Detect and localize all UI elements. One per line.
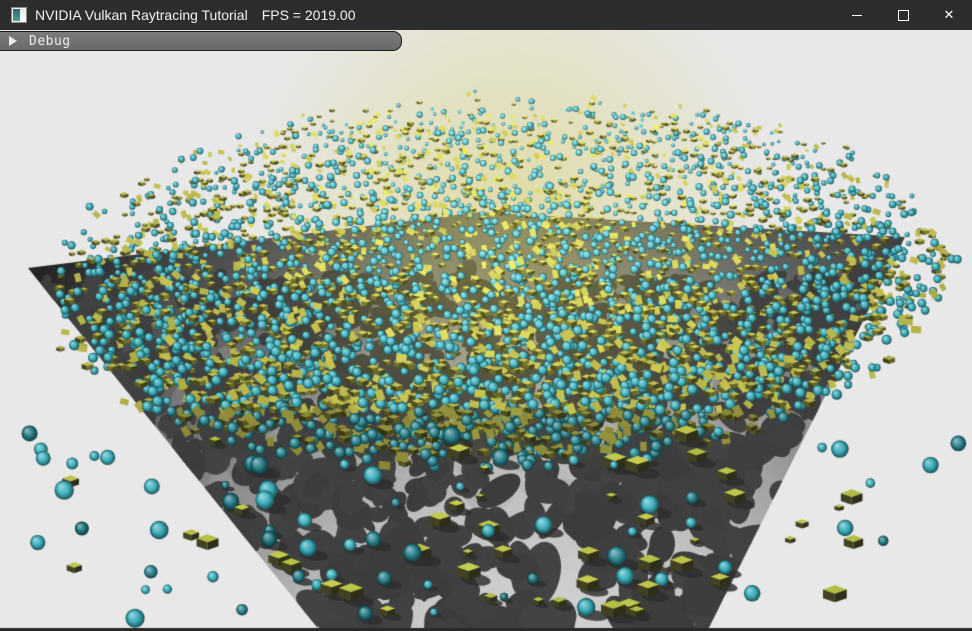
close-icon: ✕ — [944, 9, 955, 22]
window-title: NVIDIA Vulkan Raytracing Tutorial — [35, 7, 248, 23]
app-icon — [11, 7, 27, 23]
minimize-button[interactable] — [834, 0, 880, 30]
app-icon-art-light — [20, 9, 25, 21]
maximize-icon — [898, 10, 909, 21]
title-bar[interactable]: NVIDIA Vulkan Raytracing Tutorial FPS = … — [0, 0, 972, 30]
maximize-button[interactable] — [880, 0, 926, 30]
client-area: Debug — [0, 30, 972, 631]
close-button[interactable]: ✕ — [926, 0, 972, 30]
fps-counter: FPS = 2019.00 — [262, 7, 356, 23]
debug-panel-label: Debug — [29, 34, 71, 49]
raytracing-viewport[interactable] — [0, 30, 972, 631]
minimize-icon — [852, 15, 862, 16]
window-controls: ✕ — [834, 0, 972, 30]
app-window: NVIDIA Vulkan Raytracing Tutorial FPS = … — [0, 0, 972, 631]
debug-panel-header[interactable]: Debug — [0, 31, 402, 51]
app-icon-art — [13, 9, 20, 21]
collapse-arrow-icon[interactable] — [9, 36, 17, 46]
